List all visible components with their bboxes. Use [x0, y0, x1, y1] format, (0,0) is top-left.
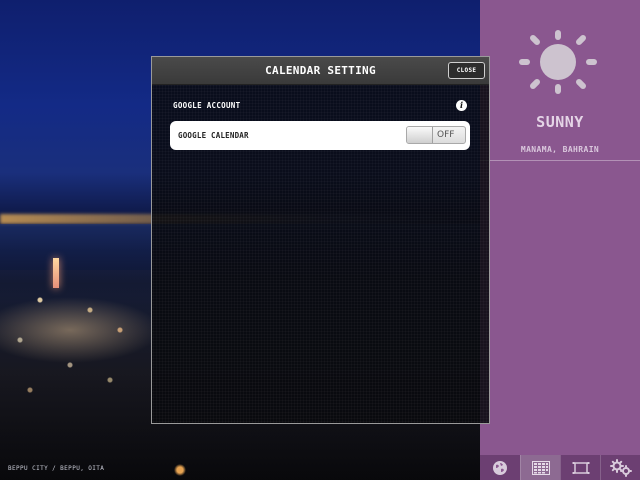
google-calendar-toggle[interactable]: OFF [406, 126, 466, 144]
calendar-icon [531, 460, 550, 475]
close-button[interactable]: CLOSE [448, 62, 485, 79]
weather-divider [480, 160, 640, 161]
setting-label: GOOGLE CALENDAR [178, 131, 249, 140]
bottom-toolbar [480, 455, 640, 480]
photo-location-caption: BEPPU CITY / BEPPU, OITA [8, 465, 105, 472]
settings-gears-icon [609, 458, 632, 477]
weather-location: MANAMA, BAHRAIN [520, 145, 600, 154]
globe-button[interactable] [480, 455, 520, 480]
calendar-button[interactable] [520, 455, 560, 480]
film-icon [572, 461, 589, 474]
section-label-google-account: GOOGLE ACCOUNT [173, 101, 241, 110]
setting-row-google-calendar: GOOGLE CALENDAR OFF [170, 121, 470, 150]
info-icon[interactable]: i [456, 100, 467, 111]
globe-icon [493, 460, 507, 475]
toggle-state-label: OFF [437, 130, 455, 140]
settings-button[interactable] [600, 455, 640, 480]
weather-condition: SUNNY [536, 113, 584, 131]
dialog-title: CALENDAR SETTING [265, 64, 376, 77]
dialog-header: CALENDAR SETTING CLOSE [152, 57, 489, 85]
toggle-knob [407, 127, 433, 143]
photo-frame-button[interactable] [560, 455, 600, 480]
lit-tower [53, 258, 59, 288]
calendar-setting-dialog: CALENDAR SETTING CLOSE GOOGLE ACCOUNT i … [151, 56, 490, 424]
sun-icon [519, 30, 597, 94]
